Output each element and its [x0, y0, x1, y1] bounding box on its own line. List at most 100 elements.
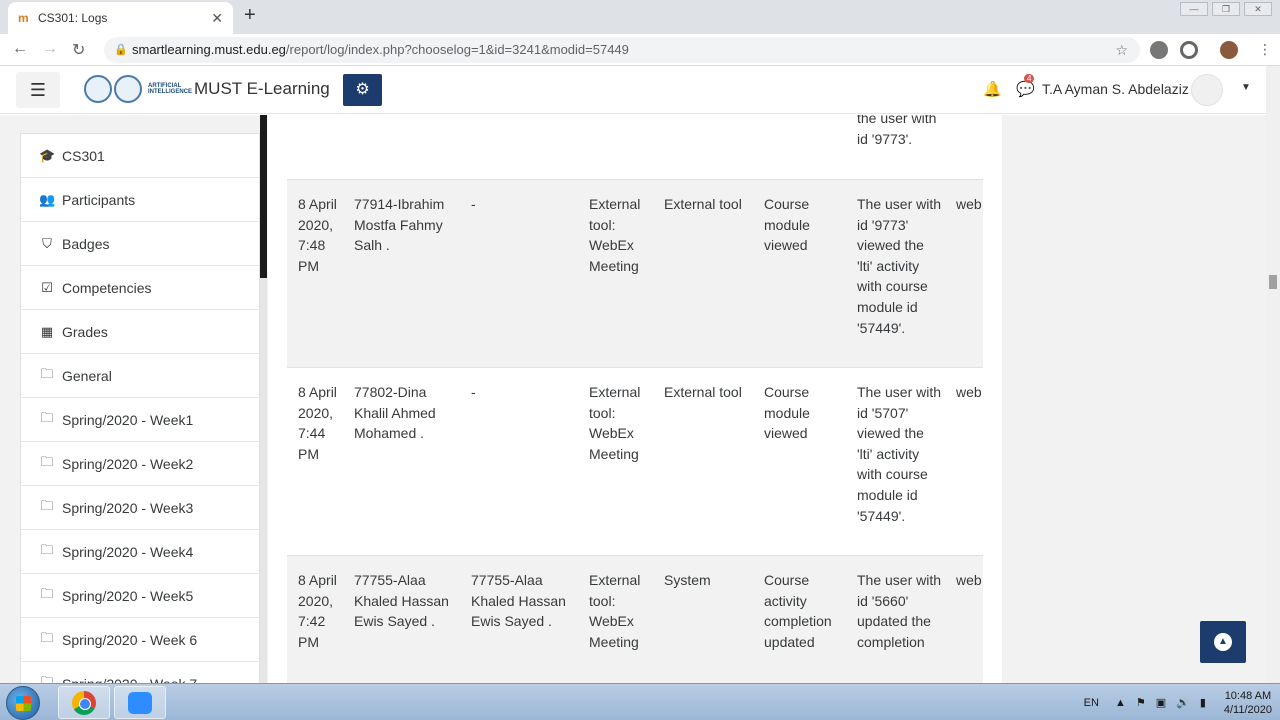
notifications-bell-icon[interactable]: 🔔	[983, 80, 1002, 98]
taskbar-chrome[interactable]	[58, 686, 110, 719]
log-cell-context[interactable]: External tool: WebEx Meeting	[589, 194, 659, 276]
drawer-item-label: Grades	[62, 323, 108, 340]
drawer-item[interactable]: 🗀 Spring/2020 - Week1	[21, 398, 259, 442]
forward-icon[interactable]: →	[42, 40, 58, 58]
taskbar-zoom[interactable]	[114, 686, 166, 719]
close-tab-icon[interactable]: ✕	[211, 10, 223, 27]
cogs-icon[interactable]: ⚙	[343, 74, 382, 106]
drawer-item-label: CS301	[62, 147, 105, 164]
drawer-item[interactable]: 🗀 Spring/2020 - Week3	[21, 486, 259, 530]
lock-icon: 🔒	[114, 44, 128, 56]
new-tab-icon[interactable]: +	[244, 4, 256, 27]
extension-icon[interactable]	[1180, 41, 1198, 59]
drawer-item-label: Spring/2020 - Week2	[62, 455, 194, 472]
restore-icon[interactable]: ❐	[1212, 2, 1240, 16]
log-cell-event: Course activity completion updated	[764, 572, 832, 650]
window-close-icon[interactable]: ✕	[1244, 2, 1272, 16]
address-bar[interactable]: 🔒 smartlearning.must.edu.eg/report/log/i…	[104, 37, 1140, 63]
users-icon: 👥	[39, 191, 56, 207]
page-scrollbar[interactable]	[1266, 66, 1280, 683]
shield-icon: ⛉	[42, 235, 52, 251]
drawer-item[interactable]: ▦ Grades	[21, 310, 259, 354]
log-cell-description: the user with id '9773'.	[857, 115, 937, 147]
drawer-item-label: General	[62, 367, 112, 384]
log-cell-affected[interactable]: -	[471, 194, 581, 215]
log-cell-affected[interactable]: -	[471, 382, 581, 403]
drawer-toggle-button[interactable]: ☰	[16, 72, 60, 108]
log-cell-affected[interactable]: 77755-Alaa Khaled Hassan Ewis Sayed .	[471, 570, 581, 632]
minimize-icon[interactable]: —	[1180, 2, 1208, 16]
profile-avatar[interactable]	[1220, 41, 1238, 59]
browser-tab[interactable]: m CS301: Logs ✕	[8, 2, 233, 34]
drawer-item[interactable]: 👥 Participants	[21, 178, 259, 222]
action-center-icon[interactable]: ⚑	[1136, 696, 1146, 709]
faculty-logo	[114, 75, 142, 103]
back-icon[interactable]: ←	[12, 40, 28, 58]
log-cell-component: External tool	[664, 196, 742, 212]
user-avatar[interactable]	[1191, 74, 1223, 106]
clock[interactable]: 10:48 AM 4/11/2020	[1224, 689, 1272, 717]
folder-icon: 🗀	[40, 629, 54, 645]
drawer-item[interactable]: 🗀 Spring/2020 - Week5	[21, 574, 259, 618]
folder-icon: 🗀	[40, 497, 54, 513]
clock-time: 10:48 AM	[1224, 689, 1272, 702]
drawer-item-label: Competencies	[62, 279, 152, 296]
site-name[interactable]: MUST E-Learning	[194, 79, 330, 99]
language-indicator[interactable]: EN	[1084, 697, 1099, 709]
drawer-list: 🎓 CS301 👥 Participants ⛉ Badges ☑ Competencies ▦…	[20, 133, 260, 683]
drawer-item[interactable]: 🗀 General	[21, 354, 259, 398]
log-cell-user[interactable]: 77914-Ibrahim Mostfa Fahmy Salh .	[354, 194, 464, 256]
log-cell-user[interactable]: 77802-Dina Khalil Ahmed Mohamed .	[354, 382, 464, 444]
download-extension-icon[interactable]	[1150, 41, 1168, 59]
start-button[interactable]	[6, 686, 40, 720]
log-cell-time: 8 April 2020, 7:42 PM	[298, 572, 337, 650]
show-hidden-icons-icon[interactable]: ▲	[1115, 697, 1126, 709]
drawer-item[interactable]: ⛉ Badges	[21, 222, 259, 266]
back-to-top-button[interactable]: ▲	[1200, 621, 1246, 663]
bookmark-star-icon[interactable]: ☆	[1115, 37, 1128, 63]
signal-icon[interactable]: ▮	[1200, 696, 1206, 709]
log-cell-time: 8 April 2020, 7:44 PM	[298, 384, 337, 462]
windows-logo-icon	[16, 696, 31, 711]
user-menu-caret-icon[interactable]: ▼	[1241, 82, 1251, 93]
log-cell-user[interactable]: 77755-Alaa Khaled Hassan Ewis Sayed .	[354, 570, 464, 632]
page-scroll-thumb[interactable]	[1269, 275, 1277, 289]
log-cell-context[interactable]: External tool: WebEx Meeting	[589, 382, 659, 464]
user-name[interactable]: T.A Ayman S. Abdelaziz	[1042, 81, 1189, 97]
browser-tabbar: m CS301: Logs ✕ + — ❐ ✕	[0, 0, 1280, 34]
log-cell-time: 8 April 2020, 7:48 PM	[298, 196, 337, 274]
messages-icon[interactable]: 💬 4	[1016, 74, 1035, 98]
drawer-item[interactable]: 🎓 CS301	[21, 134, 259, 178]
message-count-badge: 4	[1024, 74, 1035, 83]
network-device-icon[interactable]: ▣	[1156, 696, 1166, 709]
site-logos: ARTIFICIAL INTELLIGENCE	[84, 75, 192, 103]
drawer-item[interactable]: 🗀 Spring/2020 - Week 6	[21, 618, 259, 662]
drawer-scroll-thumb[interactable]	[260, 115, 267, 278]
log-row: the user with id '9773'.	[287, 115, 983, 179]
log-cell-component: External tool	[664, 384, 742, 400]
drawer-item[interactable]: 🗀 Spring/2020 - Week2	[21, 442, 259, 486]
folder-icon: 🗀	[40, 453, 54, 469]
log-cell-origin: web	[956, 384, 982, 400]
chrome-icon	[72, 691, 96, 715]
volume-icon[interactable]: 🔊	[1176, 696, 1190, 709]
log-cell-description: The user with id '9773' viewed the 'lti'…	[857, 196, 942, 336]
checkbox-icon: ☑	[41, 279, 53, 295]
arrow-up-icon: ▲	[1214, 633, 1232, 651]
drawer-item[interactable]: 🗀 Spring/2020 - Week4	[21, 530, 259, 574]
ai-logo-text: ARTIFICIAL INTELLIGENCE	[148, 83, 193, 95]
drawer-item[interactable]: 🗀 Spring/2020 - Week 7	[21, 662, 259, 684]
drawer-item[interactable]: ☑ Competencies	[21, 266, 259, 310]
tab-title: CS301: Logs	[38, 11, 108, 25]
drawer-item-label: Participants	[62, 191, 136, 208]
log-cell-description: The user with id '5660' updated the comp…	[857, 572, 942, 650]
browser-menu-icon[interactable]: ⋮	[1258, 41, 1272, 58]
log-cell-context[interactable]: External tool: WebEx Meeting	[589, 570, 659, 652]
drawer-scrollbar[interactable]	[260, 115, 267, 683]
clock-date: 4/11/2020	[1223, 703, 1272, 716]
reload-icon[interactable]: ↻	[72, 40, 85, 60]
drawer-item-label: Spring/2020 - Week 6	[62, 631, 198, 648]
log-cell-description: The user with id '5707' viewed the 'lti'…	[857, 384, 942, 524]
zoom-icon	[128, 692, 152, 714]
log-row: 8 April 2020, 7:48 PM 77914-Ibrahim Mostf…	[287, 179, 983, 367]
